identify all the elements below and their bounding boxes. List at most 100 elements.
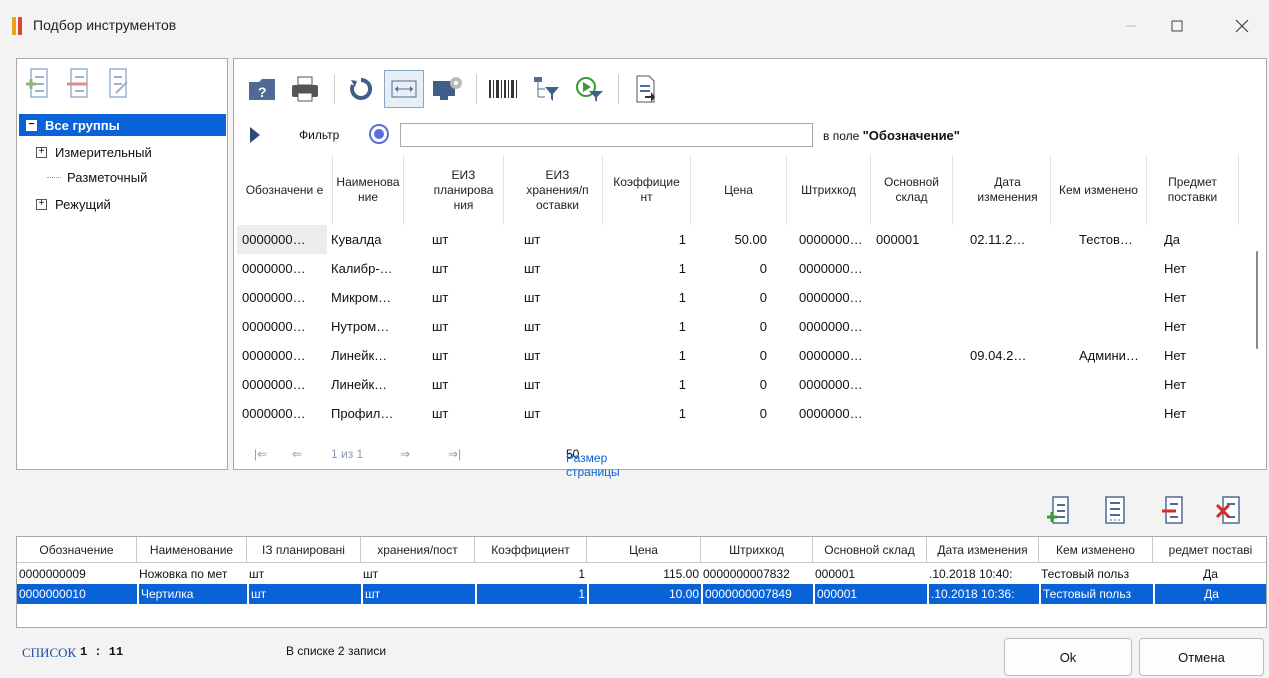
table-cell: шт — [432, 232, 449, 247]
table-cell: 0000000007832 — [703, 567, 790, 581]
column-header[interactable]: Наименова ние — [333, 155, 404, 225]
table-cell: 0000000… — [242, 290, 306, 305]
run-filter-icon[interactable] — [569, 70, 609, 108]
table-row[interactable]: 0000000… Линейк… шт шт 1 0 0000000… Нет — [234, 370, 1252, 399]
table-cell: Калибр-… — [331, 261, 393, 276]
add-row-icon[interactable] — [1044, 494, 1072, 528]
tree-item-all-groups[interactable]: − Все группы — [19, 114, 226, 136]
filter-row: Фильтр в поле "Обозначение" — [246, 121, 1246, 149]
close-icon[interactable] — [1228, 12, 1256, 40]
table-cell: 000001 — [876, 232, 920, 247]
svg-text:?: ? — [258, 84, 267, 100]
column-header[interactable]: Обозначение — [17, 537, 137, 563]
app-icon — [12, 17, 24, 35]
toolbar-separator — [618, 74, 619, 104]
column-header[interactable]: хранения/пост — [361, 537, 475, 563]
table-cell: 0 — [759, 319, 767, 334]
table-cell: шт — [432, 319, 449, 334]
table-cell — [965, 312, 1055, 341]
column-header[interactable]: Кем изменено — [1039, 537, 1153, 563]
table-cell: 0 — [759, 406, 767, 421]
play-icon[interactable] — [250, 127, 260, 143]
column-header[interactable]: Коэффициент — [475, 537, 587, 563]
delete-all-icon[interactable] — [1214, 494, 1242, 528]
column-header[interactable]: Дата изменения — [965, 155, 1051, 225]
tree-item-cutting[interactable]: + Режущий — [29, 193, 111, 215]
column-header[interactable]: Дата изменения — [927, 537, 1039, 563]
column-header[interactable]: Штрихкод — [701, 537, 813, 563]
page-indicator: 1 из 1 — [331, 447, 364, 461]
refresh-icon[interactable] — [341, 70, 381, 108]
cancel-button[interactable]: Отмена — [1139, 638, 1264, 676]
collapse-icon[interactable]: − — [26, 119, 37, 131]
table-cell: 0000000… — [799, 232, 863, 247]
maximize-icon[interactable] — [1163, 12, 1191, 40]
table-row[interactable]: 0000000… Микром… шт шт 1 0 0000000… Нет — [234, 283, 1252, 312]
column-header[interactable]: Цена — [587, 537, 701, 563]
status-position: 1 : 11 — [80, 645, 124, 659]
column-header[interactable]: Обозначени е — [237, 155, 333, 225]
table-cell: 09.04.2… — [970, 348, 1027, 363]
tree-filter-icon[interactable] — [526, 70, 566, 108]
column-header[interactable]: Штрихкод — [787, 155, 871, 225]
remove-group-icon[interactable] — [65, 65, 91, 105]
fit-columns-icon[interactable] — [384, 70, 424, 108]
minimize-icon[interactable] — [1117, 12, 1145, 40]
add-group-icon[interactable] — [25, 65, 51, 105]
table-cell: 10.00 — [587, 584, 701, 604]
column-header[interactable]: Цена — [691, 155, 787, 225]
remove-row-icon[interactable] — [1159, 494, 1187, 528]
catalog-toolbar: ? — [242, 69, 668, 109]
help-icon[interactable]: ? — [242, 70, 282, 108]
last-page-icon[interactable]: ⇒| — [448, 447, 461, 461]
settings-icon[interactable] — [427, 70, 467, 108]
filter-mode-radio[interactable] — [369, 124, 389, 144]
table-cell: шт — [363, 567, 379, 581]
filter-input[interactable] — [400, 123, 813, 147]
table-row[interactable]: 0000000… Линейк… шт шт 1 0 0000000… 09.04.2… Адм… — [234, 341, 1252, 370]
edit-group-icon[interactable] — [105, 65, 131, 105]
export-icon[interactable] — [625, 70, 665, 108]
scrollbar-thumb[interactable] — [1256, 251, 1258, 349]
table-cell — [871, 283, 953, 312]
table-cell: шт — [524, 261, 541, 276]
prev-page-icon[interactable]: ⇐ — [292, 447, 302, 461]
table-cell: шт — [524, 290, 541, 305]
table-row[interactable]: 0000000… Профил… шт шт 1 0 0000000… Нет — [234, 399, 1252, 428]
catalog-header: Обозначени е Наименова ние ЕИЗ планирова… — [234, 155, 1252, 225]
column-header[interactable]: Предмет поставки — [1147, 155, 1239, 225]
column-header[interactable]: Основной склад — [871, 155, 953, 225]
table-row[interactable]: 0000000009 Ножовка по мет шт шт 1 115.00 00000… — [17, 564, 1266, 584]
expand-icon[interactable]: + — [36, 198, 47, 210]
column-header[interactable]: Основной склад — [813, 537, 927, 563]
column-header[interactable]: ЕИЗ планирова ния — [424, 155, 504, 225]
column-header[interactable]: Кем изменено — [1051, 155, 1147, 225]
tree-item-marking[interactable]: Разметочный — [47, 166, 147, 188]
tree-item-label: Режущий — [55, 196, 111, 212]
expand-icon[interactable]: + — [36, 146, 47, 158]
barcode-icon[interactable] — [483, 70, 523, 108]
table-row[interactable]: 0000000… Калибр-… шт шт 1 0 0000000… Нет — [234, 254, 1252, 283]
table-cell — [1074, 312, 1154, 341]
column-header[interactable]: ЕИЗ хранения/п оставки — [513, 155, 603, 225]
column-header[interactable]: редмет поставі — [1153, 537, 1266, 563]
column-header[interactable]: Наименование — [137, 537, 247, 563]
table-cell: .10.2018 10:40: — [929, 567, 1013, 581]
column-header[interactable]: ІЗ планировані — [247, 537, 361, 563]
ok-button[interactable]: Ok — [1004, 638, 1132, 676]
window-title: Подбор инструментов — [33, 17, 177, 33]
table-row[interactable]: 0000000010 Чертилка шт шт 1 10.00 000000000784… — [17, 584, 1266, 604]
first-page-icon[interactable]: |⇐ — [254, 447, 267, 461]
next-page-icon[interactable]: ⇒ — [400, 447, 410, 461]
table-cell — [965, 399, 1055, 428]
insert-rows-icon[interactable] — [1101, 494, 1129, 528]
tree-item-measuring[interactable]: + Измерительный — [29, 141, 152, 163]
page-size[interactable]: Размер страницы 50 — [566, 447, 620, 479]
table-cell: Нутром… — [331, 319, 390, 334]
catalog-scrollbar[interactable] — [1251, 225, 1265, 437]
column-header[interactable]: Коэффицие нт — [603, 155, 691, 225]
print-icon[interactable] — [285, 70, 325, 108]
table-row[interactable]: 0000000… Нутром… шт шт 1 0 0000000… Нет — [234, 312, 1252, 341]
tree-item-label: Измерительный — [55, 144, 152, 160]
table-row[interactable]: 0000000… Кувалда шт шт 1 50.00 0000000… 000001 0… — [234, 225, 1252, 254]
